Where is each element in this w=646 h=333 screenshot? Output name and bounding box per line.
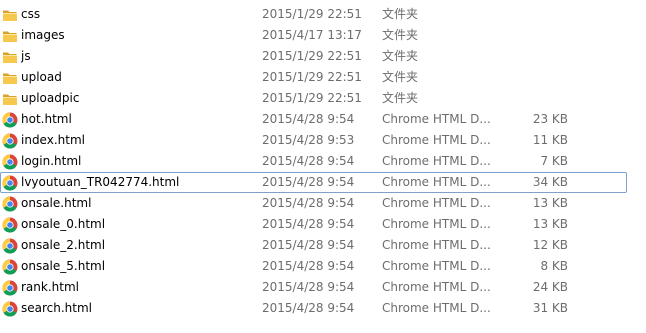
- file-size: 23 KB: [532, 112, 568, 126]
- file-name: onsale_0.html: [21, 217, 106, 231]
- chrome-icon: [2, 217, 18, 233]
- file-row[interactable]: css 2015/1/29 22:51 文件夹: [0, 4, 646, 25]
- file-date-modified: 2015/4/28 9:54: [262, 112, 355, 126]
- file-date-modified: 2015/4/28 9:54: [262, 301, 355, 315]
- file-date-modified: 2015/4/17 13:17: [262, 28, 362, 42]
- file-size: 7 KB: [540, 154, 568, 168]
- file-row[interactable]: search.html 2015/4/28 9:54 Chrome HTML D..…: [0, 298, 646, 319]
- file-name: rank.html: [21, 280, 79, 294]
- folder-icon: [2, 70, 18, 86]
- file-date-modified: 2015/4/28 9:53: [262, 133, 355, 147]
- file-row[interactable]: login.html 2015/4/28 9:54 Chrome HTML D...…: [0, 151, 646, 172]
- file-size: 11 KB: [532, 133, 568, 147]
- file-date-modified: 2015/4/28 9:54: [262, 259, 355, 273]
- file-row[interactable]: lvyoutuan_TR042774.html 2015/4/28 9:54 Chr…: [0, 172, 646, 193]
- folder-icon: [2, 28, 18, 44]
- chrome-icon: [2, 133, 18, 149]
- file-date-modified: 2015/4/28 9:54: [262, 196, 355, 210]
- file-row[interactable]: index.html 2015/4/28 9:53 Chrome HTML D...…: [0, 130, 646, 151]
- file-name: index.html: [21, 133, 85, 147]
- file-name: search.html: [21, 301, 93, 315]
- file-date-modified: 2015/1/29 22:51: [262, 7, 362, 21]
- file-type: Chrome HTML D...: [382, 280, 491, 294]
- file-name: onsale_2.html: [21, 238, 106, 252]
- file-size: 8 KB: [540, 259, 568, 273]
- file-date-modified: 2015/4/28 9:54: [262, 175, 355, 189]
- file-row[interactable]: onsale_2.html 2015/4/28 9:54 Chrome HTML D…: [0, 235, 646, 256]
- file-name: hot.html: [21, 112, 72, 126]
- file-row[interactable]: onsale_5.html 2015/4/28 9:54 Chrome HTML D…: [0, 256, 646, 277]
- file-type: Chrome HTML D...: [382, 301, 491, 315]
- file-row[interactable]: uploadpic 2015/1/29 22:51 文件夹: [0, 88, 646, 109]
- file-date-modified: 2015/4/28 9:54: [262, 217, 355, 231]
- file-type: Chrome HTML D...: [382, 238, 491, 252]
- file-type: Chrome HTML D...: [382, 259, 491, 273]
- file-name: onsale_5.html: [21, 259, 106, 273]
- file-name: lvyoutuan_TR042774.html: [21, 175, 180, 189]
- file-name: upload: [21, 70, 62, 84]
- file-type: 文件夹: [382, 28, 419, 42]
- file-size: 13 KB: [532, 196, 568, 210]
- folder-icon: [2, 7, 18, 23]
- chrome-icon: [2, 238, 18, 254]
- file-size: 31 KB: [532, 301, 568, 315]
- file-type: Chrome HTML D...: [382, 133, 491, 147]
- chrome-icon: [2, 280, 18, 296]
- file-row[interactable]: images 2015/4/17 13:17 文件夹: [0, 25, 646, 46]
- file-name: js: [21, 49, 31, 63]
- file-type: 文件夹: [382, 7, 419, 21]
- file-date-modified: 2015/1/29 22:51: [262, 91, 362, 105]
- file-type: 文件夹: [382, 49, 419, 63]
- file-type: Chrome HTML D...: [382, 154, 491, 168]
- file-type: Chrome HTML D...: [382, 217, 491, 231]
- chrome-icon: [2, 154, 18, 170]
- file-type: 文件夹: [382, 70, 419, 84]
- file-list: css 2015/1/29 22:51 文件夹 images 2015/4/17 13:…: [0, 0, 646, 333]
- file-name: uploadpic: [21, 91, 80, 105]
- file-name: css: [21, 7, 41, 21]
- file-size: 12 KB: [532, 238, 568, 252]
- file-size: 13 KB: [532, 217, 568, 231]
- file-row[interactable]: hot.html 2015/4/28 9:54 Chrome HTML D... 23…: [0, 109, 646, 130]
- file-row[interactable]: rank.html 2015/4/28 9:54 Chrome HTML D... 2…: [0, 277, 646, 298]
- chrome-icon: [2, 175, 18, 191]
- file-name: images: [21, 28, 65, 42]
- file-date-modified: 2015/4/28 9:54: [262, 238, 355, 252]
- chrome-icon: [2, 259, 18, 275]
- file-name: login.html: [21, 154, 82, 168]
- file-type: Chrome HTML D...: [382, 112, 491, 126]
- file-type: Chrome HTML D...: [382, 196, 491, 210]
- file-date-modified: 2015/1/29 22:51: [262, 49, 362, 63]
- chrome-icon: [2, 112, 18, 128]
- chrome-icon: [2, 301, 18, 317]
- folder-icon: [2, 49, 18, 65]
- chrome-icon: [2, 196, 18, 212]
- file-type: 文件夹: [382, 91, 419, 105]
- file-size: 24 KB: [532, 280, 568, 294]
- file-row[interactable]: onsale_0.html 2015/4/28 9:54 Chrome HTML D…: [0, 214, 646, 235]
- file-date-modified: 2015/4/28 9:54: [262, 154, 355, 168]
- file-date-modified: 2015/1/29 22:51: [262, 70, 362, 84]
- file-size: 34 KB: [532, 175, 568, 189]
- file-row[interactable]: onsale.html 2015/4/28 9:54 Chrome HTML D..…: [0, 193, 646, 214]
- file-type: Chrome HTML D...: [382, 175, 491, 189]
- folder-icon: [2, 91, 18, 107]
- file-date-modified: 2015/4/28 9:54: [262, 280, 355, 294]
- file-row[interactable]: js 2015/1/29 22:51 文件夹: [0, 46, 646, 67]
- file-row[interactable]: upload 2015/1/29 22:51 文件夹: [0, 67, 646, 88]
- file-name: onsale.html: [21, 196, 92, 210]
